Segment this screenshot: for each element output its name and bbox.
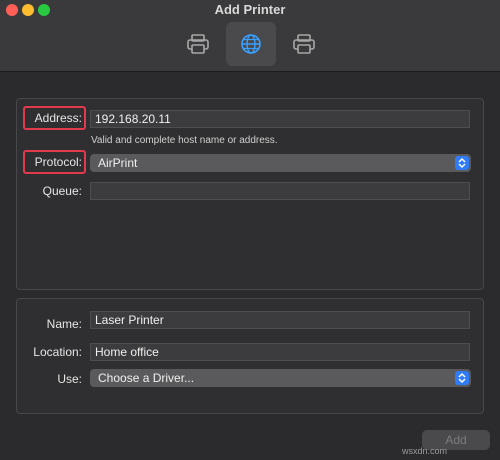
protocol-label: Protocol: bbox=[34, 155, 82, 169]
name-label: Name: bbox=[46, 317, 82, 331]
name-field[interactable] bbox=[90, 311, 470, 329]
location-label: Location: bbox=[33, 345, 82, 359]
window-title: Add Printer bbox=[214, 2, 286, 17]
queue-field[interactable] bbox=[90, 182, 470, 200]
up-down-chevron-icon bbox=[455, 371, 469, 385]
protocol-select[interactable]: AirPrint bbox=[90, 154, 471, 172]
printer-icon bbox=[293, 34, 315, 54]
add-printer-window: Add Printer Address: 192.168.20.11 Valid… bbox=[0, 0, 500, 460]
printer-icon bbox=[187, 34, 209, 54]
ip-printer-tab[interactable] bbox=[226, 22, 276, 66]
driver-select[interactable]: Choose a Driver... bbox=[90, 369, 471, 387]
default-printers-tab[interactable] bbox=[173, 22, 223, 66]
address-label: Address: bbox=[34, 111, 82, 125]
driver-select-value: Choose a Driver... bbox=[98, 371, 195, 385]
watermark-text: wsxdn.com bbox=[402, 446, 448, 456]
use-label: Use: bbox=[57, 372, 82, 386]
up-down-chevron-icon bbox=[455, 156, 469, 170]
title-bar: Add Printer bbox=[0, 0, 500, 72]
address-hint: Valid and complete host name or address. bbox=[91, 135, 278, 146]
location-field[interactable] bbox=[90, 343, 470, 361]
protocol-select-value: AirPrint bbox=[98, 156, 138, 170]
globe-icon bbox=[241, 34, 261, 54]
queue-label: Queue: bbox=[42, 184, 82, 198]
windows-printer-tab[interactable] bbox=[279, 22, 329, 66]
address-field[interactable] bbox=[90, 110, 470, 128]
